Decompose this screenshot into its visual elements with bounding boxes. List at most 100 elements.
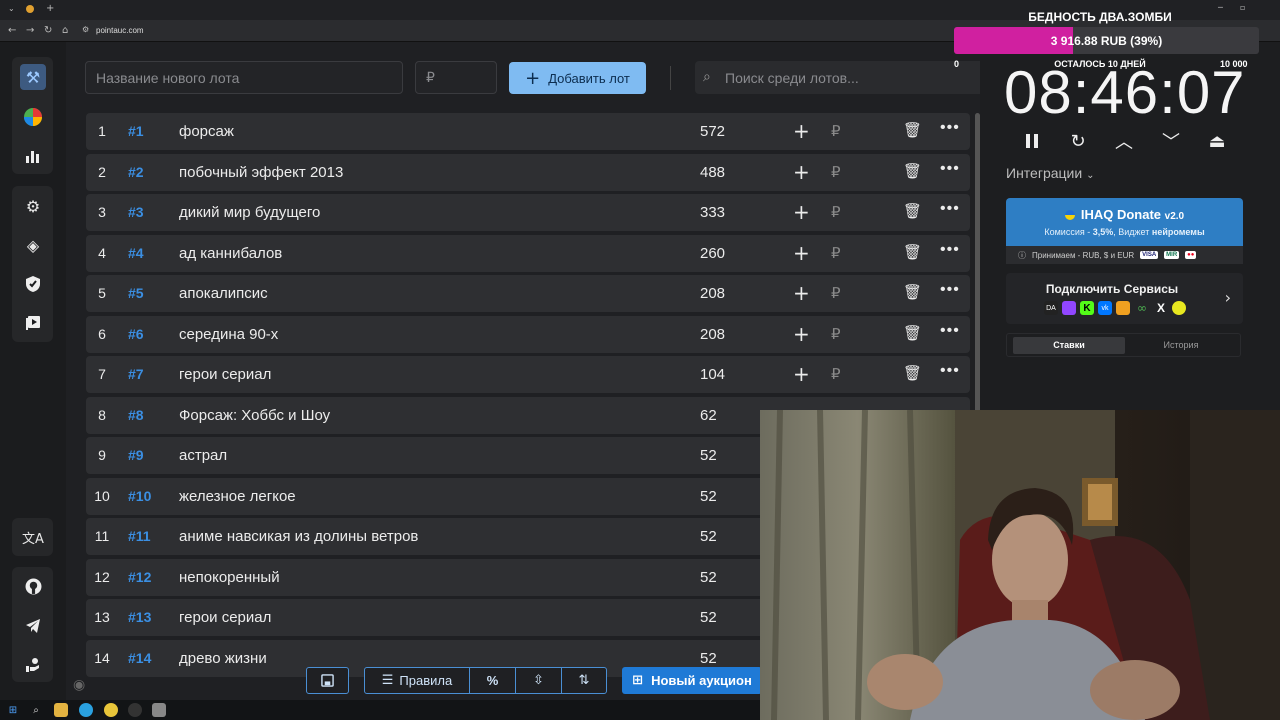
lot-tag[interactable]: #6: [128, 326, 144, 342]
donate-hand-icon[interactable]: [20, 652, 46, 678]
add-amount-icon[interactable]: +: [793, 322, 810, 346]
add-amount-icon[interactable]: +: [793, 281, 810, 305]
obs-taskbar-icon[interactable]: [128, 703, 142, 717]
lot-name-input[interactable]: Название нового лота: [85, 61, 403, 94]
video-library-icon[interactable]: [20, 310, 46, 336]
currency-input[interactable]: ₽: [831, 163, 841, 181]
forward-icon[interactable]: →: [26, 25, 34, 36]
lot-name[interactable]: герои сериал: [179, 609, 271, 626]
more-icon[interactable]: •••: [940, 322, 960, 340]
lot-row[interactable]: 3 #3 дикий мир будущего 333 + ₽ 🗑 •••: [86, 194, 970, 231]
add-amount-icon[interactable]: +: [793, 362, 810, 386]
github-icon[interactable]: [20, 573, 46, 599]
telegram-taskbar-icon[interactable]: [79, 703, 93, 717]
lot-name[interactable]: дикий мир будущего: [179, 204, 320, 221]
lot-name[interactable]: древо жизни: [179, 650, 267, 667]
site-info-icon[interactable]: ⚙: [82, 25, 89, 34]
reload-icon[interactable]: ↻: [44, 25, 52, 36]
lot-name[interactable]: железное легкое: [179, 488, 296, 505]
integrations-toggle[interactable]: Интеграции ⌄: [1006, 165, 1094, 181]
add-amount-icon[interactable]: +: [793, 160, 810, 184]
start-icon[interactable]: ⊞: [6, 703, 20, 717]
double-up-icon[interactable]: ⏏: [1205, 129, 1229, 153]
explorer-icon[interactable]: [54, 703, 68, 717]
tab-bets[interactable]: Ставки: [1013, 337, 1125, 354]
telegram-icon[interactable]: [20, 613, 46, 639]
lot-name[interactable]: апокалипсис: [179, 285, 268, 302]
trash-icon[interactable]: 🗑: [903, 121, 922, 139]
lot-tag[interactable]: #14: [128, 650, 151, 666]
add-lot-button[interactable]: + Добавить лот: [509, 62, 646, 94]
percent-button[interactable]: %: [469, 667, 516, 694]
lot-row[interactable]: 1 #1 форсаж 572 + ₽ 🗑 •••: [86, 113, 970, 150]
split-icon[interactable]: ⇳: [515, 667, 562, 694]
lot-tag[interactable]: #11: [128, 528, 151, 544]
lot-name[interactable]: непокоренный: [179, 569, 280, 586]
pause-icon[interactable]: [1020, 129, 1044, 153]
trash-icon[interactable]: 🗑: [903, 324, 922, 342]
tab-favicon-icon[interactable]: [26, 5, 34, 13]
translate-icon[interactable]: 文A: [20, 524, 46, 550]
url-text[interactable]: pointauc.com: [96, 26, 144, 35]
reset-icon[interactable]: ↻: [1066, 129, 1090, 153]
trash-icon[interactable]: 🗑: [903, 202, 922, 220]
minimize-icon[interactable]: ─: [1218, 3, 1223, 12]
tab-history[interactable]: История: [1125, 337, 1237, 354]
lot-tag[interactable]: #12: [128, 569, 151, 585]
auction-gavel-icon[interactable]: ⚒: [20, 64, 46, 90]
more-icon[interactable]: •••: [940, 200, 960, 218]
connect-services-card[interactable]: Подключить Сервисы DA K vk ∞ X ›: [1006, 273, 1243, 324]
shield-icon[interactable]: [20, 271, 46, 297]
lot-tag[interactable]: #7: [128, 366, 144, 382]
add-amount-icon[interactable]: +: [793, 241, 810, 265]
back-icon[interactable]: ←: [8, 25, 16, 36]
currency-input[interactable]: ₽: [831, 203, 841, 221]
currency-input[interactable]: ₽: [831, 284, 841, 302]
currency-input[interactable]: ₽: [831, 244, 841, 262]
trash-icon[interactable]: 🗑: [903, 162, 922, 180]
app-taskbar-icon[interactable]: [152, 703, 166, 717]
trash-icon[interactable]: 🗑: [903, 364, 922, 382]
search-input[interactable]: Поиск среди лотов...: [695, 61, 984, 94]
visibility-eye-icon[interactable]: ◉: [73, 677, 85, 693]
lot-row[interactable]: 5 #5 апокалипсис 208 + ₽ 🗑 •••: [86, 275, 970, 312]
new-tab-icon[interactable]: +: [46, 3, 54, 14]
lot-row[interactable]: 2 #2 побочный эффект 2013 488 + ₽ 🗑 •••: [86, 153, 970, 191]
lot-name[interactable]: герои сериал: [179, 366, 271, 383]
search-taskbar-icon[interactable]: ⌕: [29, 703, 43, 717]
more-icon[interactable]: •••: [940, 160, 960, 178]
increase-time-icon[interactable]: ︿: [1112, 129, 1136, 153]
lot-row[interactable]: 6 #6 середина 90-х 208 + ₽ 🗑 •••: [86, 315, 970, 353]
chrome-taskbar-icon[interactable]: [104, 703, 118, 717]
rules-button[interactable]: ☰ Правила: [364, 667, 470, 694]
lot-tag[interactable]: #3: [128, 204, 144, 220]
lot-tag[interactable]: #4: [128, 245, 144, 261]
lot-tag[interactable]: #2: [128, 164, 144, 180]
maximize-icon[interactable]: ▫: [1240, 3, 1245, 12]
lot-name[interactable]: побочный эффект 2013: [179, 164, 343, 181]
lot-name[interactable]: ад каннибалов: [179, 245, 282, 262]
more-icon[interactable]: •••: [940, 241, 960, 259]
home-icon[interactable]: ⌂: [62, 25, 68, 36]
add-amount-icon[interactable]: +: [793, 200, 810, 224]
lot-tag[interactable]: #9: [128, 447, 144, 463]
lot-tag[interactable]: #10: [128, 488, 151, 504]
lot-tag[interactable]: #5: [128, 285, 144, 301]
wheel-icon[interactable]: [20, 104, 46, 130]
lot-name[interactable]: Форсаж: Хоббс и Шоу: [179, 407, 330, 424]
lot-tag[interactable]: #8: [128, 407, 144, 423]
new-auction-button[interactable]: ⊞ Новый аукцион: [622, 667, 762, 694]
lot-row[interactable]: 7 #7 герои сериал 104 + ₽ 🗑 •••: [86, 356, 970, 393]
lot-name[interactable]: середина 90-х: [179, 326, 278, 343]
settings-gear-icon[interactable]: ⚙: [20, 193, 46, 219]
trash-icon[interactable]: 🗑: [903, 283, 922, 301]
trash-icon[interactable]: 🗑: [903, 243, 922, 261]
lot-name[interactable]: астрал: [179, 447, 227, 464]
tab-chevron-icon[interactable]: ⌄: [8, 4, 15, 13]
currency-input[interactable]: ₽: [831, 325, 841, 343]
decrease-time-icon[interactable]: ﹀: [1159, 129, 1183, 153]
currency-input[interactable]: ₽: [831, 365, 841, 383]
lot-row[interactable]: 4 #4 ад каннибалов 260 + ₽ 🗑 •••: [86, 234, 970, 272]
add-amount-icon[interactable]: +: [793, 119, 810, 143]
lot-tag[interactable]: #1: [128, 123, 144, 139]
